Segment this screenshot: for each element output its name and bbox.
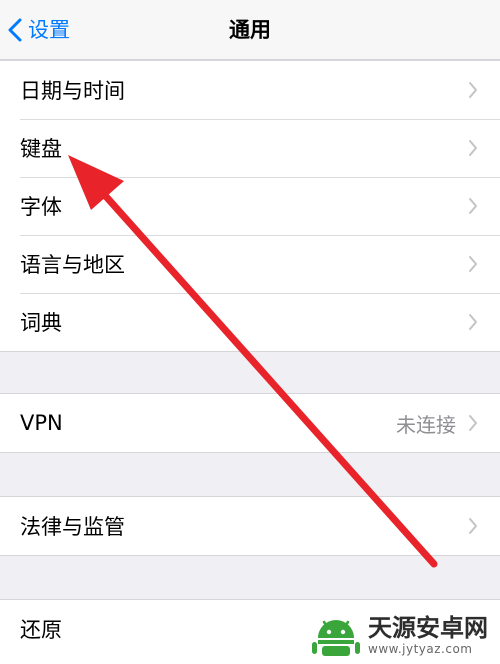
settings-group-vpn: VPN 未连接: [0, 393, 500, 453]
chevron-right-icon: [469, 140, 477, 156]
row-label: VPN: [20, 411, 63, 435]
row-date-time[interactable]: 日期与时间: [0, 61, 500, 119]
row-fonts[interactable]: 字体: [0, 177, 500, 235]
chevron-right-icon: [469, 314, 477, 330]
row-legal-regulatory[interactable]: 法律与监管: [0, 497, 500, 555]
chevron-right-icon: [469, 518, 477, 534]
row-vpn[interactable]: VPN 未连接: [0, 394, 500, 452]
watermark: 天源安卓网 www.jytyaz.com: [304, 605, 500, 664]
row-label: 字体: [20, 195, 62, 219]
watermark-url: www.jytyaz.com: [368, 641, 473, 656]
chevron-right-icon: [469, 82, 477, 98]
chevron-right-icon: [469, 415, 477, 431]
navigation-bar: 设置 通用: [0, 0, 500, 60]
settings-group-legal: 法律与监管: [0, 496, 500, 556]
chevron-right-icon: [469, 198, 477, 214]
row-label: 语言与地区: [20, 253, 125, 277]
row-language-region[interactable]: 语言与地区: [0, 235, 500, 293]
row-keyboard[interactable]: 键盘: [0, 119, 500, 177]
row-label: 键盘: [20, 137, 62, 161]
watermark-text: 天源安卓网 www.jytyaz.com: [368, 614, 488, 656]
chevron-right-icon: [469, 256, 477, 272]
row-label: 法律与监管: [20, 515, 125, 539]
watermark-site-name: 天源安卓网: [368, 613, 488, 642]
android-logo-icon: [312, 619, 360, 656]
vpn-status-value: 未连接: [396, 412, 456, 437]
page-title: 通用: [229, 18, 271, 42]
row-label: 词典: [20, 311, 62, 335]
settings-group-general: 日期与时间 键盘 字体 语言与地区 词典: [0, 60, 500, 352]
row-label: 日期与时间: [20, 79, 125, 103]
row-dictionary[interactable]: 词典: [0, 293, 500, 351]
